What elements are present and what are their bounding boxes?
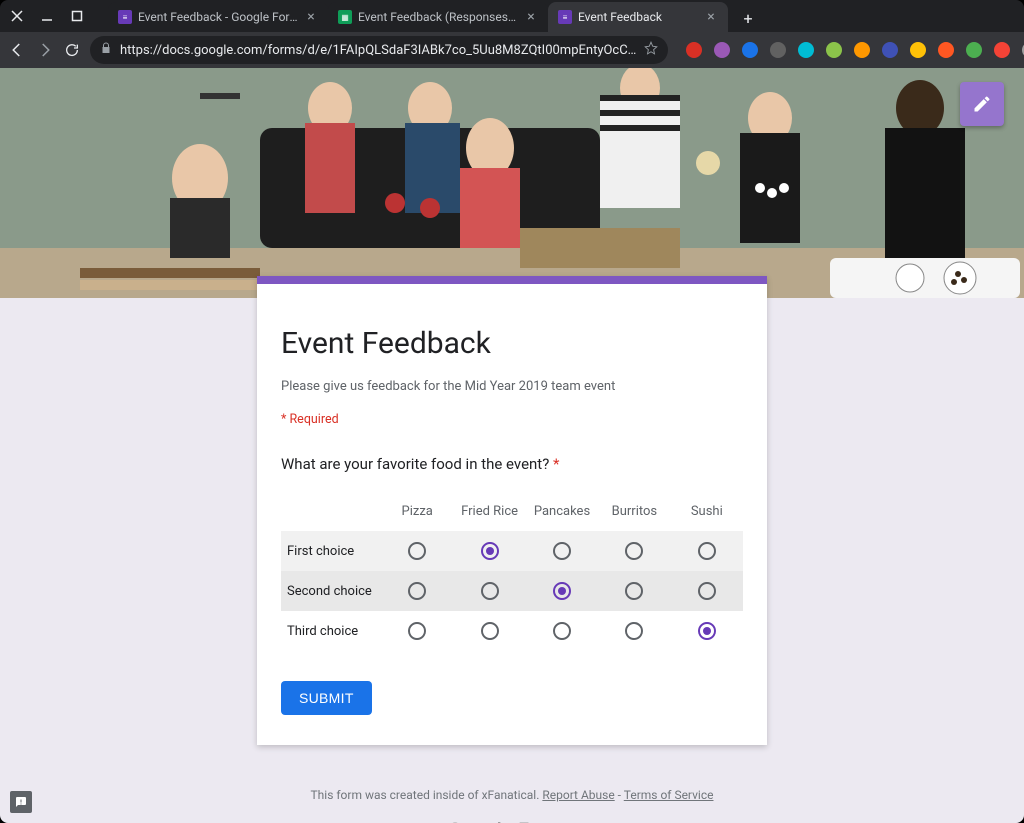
browser-tab-active[interactable]: ≡ Event Feedback × — [548, 2, 728, 32]
grid-row-label: Second choice — [281, 584, 381, 599]
edit-form-fab[interactable] — [960, 82, 1004, 126]
new-tab-button[interactable]: + — [734, 4, 762, 32]
nav-back-button[interactable] — [8, 38, 26, 62]
extension-icon[interactable] — [854, 42, 870, 58]
grid-radio[interactable] — [481, 542, 499, 560]
report-problem-button[interactable] — [10, 791, 32, 813]
extension-icon[interactable] — [966, 42, 982, 58]
grid-header-row: Pizza Fried Rice Pancakes Burritos Sushi — [281, 491, 743, 531]
grid-radio[interactable] — [625, 542, 643, 560]
grid-radio[interactable] — [698, 542, 716, 560]
grid-radio[interactable] — [408, 622, 426, 640]
nav-reload-button[interactable] — [64, 38, 80, 62]
question-label: What are your favorite food in the event… — [281, 455, 549, 473]
extension-icon[interactable] — [910, 42, 926, 58]
tab-title: Event Feedback — [578, 10, 698, 24]
form-title: Event Feedback — [281, 326, 743, 361]
required-label: * Required — [281, 412, 743, 427]
grid-radio[interactable] — [625, 582, 643, 600]
tab-close-button[interactable]: × — [304, 10, 318, 24]
grid-column-header: Fried Rice — [453, 504, 525, 519]
grid-row: Third choice — [281, 611, 743, 651]
chat-exclaim-icon — [15, 796, 27, 808]
extension-icon[interactable] — [994, 42, 1010, 58]
nav-forward-button[interactable] — [36, 38, 54, 62]
grid-row: Second choice — [281, 571, 743, 611]
required-asterisk: * — [553, 455, 559, 473]
grid-radio[interactable] — [553, 622, 571, 640]
grid-row: First choice — [281, 531, 743, 571]
tab-close-button[interactable]: × — [704, 10, 718, 24]
bookmark-star-icon[interactable] — [644, 41, 658, 59]
url-text: https://docs.google.com/forms/d/e/1FAIpQ… — [120, 43, 636, 58]
grid-column-header: Pancakes — [526, 504, 598, 519]
extension-icon[interactable] — [770, 42, 786, 58]
tab-title: Event Feedback - Google Forms — [138, 10, 298, 24]
form-footer: This form was created inside of xFanatic… — [0, 788, 1024, 823]
tab-strip: ≡ Event Feedback - Google Forms × ▦ Even… — [98, 0, 1016, 32]
grid-row-label: Third choice — [281, 624, 381, 639]
submit-button[interactable]: SUBMIT — [281, 681, 372, 715]
address-bar[interactable]: https://docs.google.com/forms/d/e/1FAIpQ… — [90, 36, 668, 64]
window-maximize-button[interactable] — [68, 7, 86, 25]
extension-icon[interactable] — [938, 42, 954, 58]
report-abuse-link[interactable]: Report Abuse — [542, 788, 614, 802]
window-minimize-button[interactable] — [38, 7, 56, 25]
grid-radio[interactable] — [698, 582, 716, 600]
browser-tab[interactable]: ▦ Event Feedback (Responses) - G × — [328, 2, 548, 32]
grid-column-header: Sushi — [671, 504, 743, 519]
terms-link[interactable]: Terms of Service — [624, 788, 714, 802]
grid-question: Pizza Fried Rice Pancakes Burritos Sushi… — [281, 491, 743, 651]
lock-icon — [100, 42, 112, 58]
grid-radio[interactable] — [698, 622, 716, 640]
tab-title: Event Feedback (Responses) - G — [358, 10, 518, 24]
page-viewport: Event Feedback Please give us feedback f… — [0, 68, 1024, 823]
browser-tab[interactable]: ≡ Event Feedback - Google Forms × — [108, 2, 328, 32]
form-banner-image — [0, 68, 1024, 298]
google-forms-brand: Google Forms — [0, 818, 1024, 823]
grid-column-header: Burritos — [598, 504, 670, 519]
extension-icon[interactable] — [826, 42, 842, 58]
grid-radio[interactable] — [481, 582, 499, 600]
extension-icon[interactable] — [742, 42, 758, 58]
sheets-favicon-icon: ▦ — [338, 10, 352, 24]
extension-icon[interactable] — [882, 42, 898, 58]
pencil-icon — [972, 94, 992, 114]
grid-radio[interactable] — [625, 622, 643, 640]
window-close-button[interactable] — [8, 7, 26, 25]
form-description: Please give us feedback for the Mid Year… — [281, 379, 743, 394]
grid-column-header: Pizza — [381, 504, 453, 519]
extension-icon[interactable] — [798, 42, 814, 58]
grid-row-label: First choice — [281, 544, 381, 559]
forms-favicon-icon: ≡ — [118, 10, 132, 24]
tab-close-button[interactable]: × — [524, 10, 538, 24]
grid-radio[interactable] — [408, 542, 426, 560]
question-text: What are your favorite food in the event… — [281, 455, 743, 473]
window-titlebar: ≡ Event Feedback - Google Forms × ▦ Even… — [0, 0, 1024, 32]
grid-radio[interactable] — [553, 542, 571, 560]
browser-toolbar: https://docs.google.com/forms/d/e/1FAIpQ… — [0, 32, 1024, 68]
extension-row — [686, 38, 1024, 62]
extension-icon[interactable] — [714, 42, 730, 58]
forms-favicon-icon: ≡ — [558, 10, 572, 24]
footer-text: This form was created inside of xFanatic… — [311, 788, 543, 802]
form-card: Event Feedback Please give us feedback f… — [257, 276, 767, 745]
extension-icon[interactable] — [686, 42, 702, 58]
grid-radio[interactable] — [481, 622, 499, 640]
grid-radio[interactable] — [553, 582, 571, 600]
grid-radio[interactable] — [408, 582, 426, 600]
